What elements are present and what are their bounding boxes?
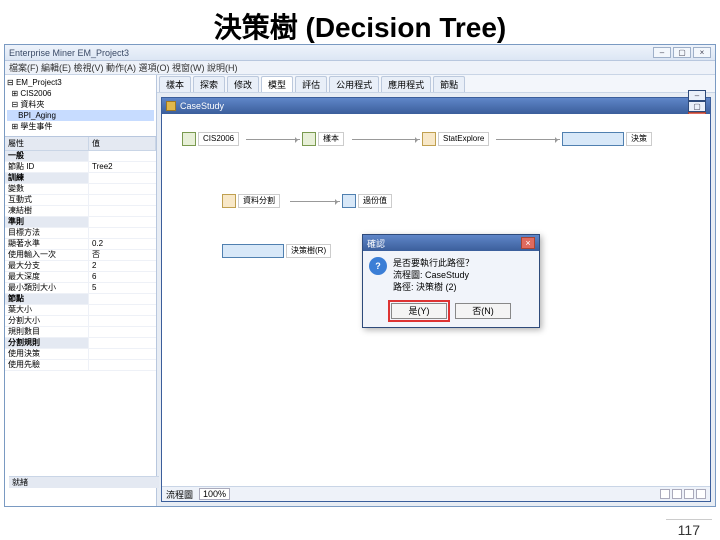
app-title: Enterprise Miner EM_Project3 <box>9 48 129 58</box>
node-label: 過份值 <box>358 194 392 208</box>
property-row[interactable]: 使用決策 <box>5 349 156 360</box>
node-partition[interactable]: 資料分割 <box>222 194 280 208</box>
tree-item[interactable]: ⊞ CIS2006 <box>7 88 154 99</box>
partition-icon <box>222 194 236 208</box>
tab-utility[interactable]: 公用程式 <box>329 76 379 92</box>
property-row[interactable]: 訓練 <box>5 173 156 184</box>
tab-assess[interactable]: 評估 <box>295 76 327 92</box>
project-tree[interactable]: ⊟ EM_Project3 ⊞ CIS2006 ⊟ 資料夾 BPI_Aging … <box>5 75 156 137</box>
property-row[interactable]: 分割大小 <box>5 316 156 327</box>
node-label: 決策 <box>626 132 652 146</box>
dialog-message: 是否要執行此路徑？ 流程圖: CaseStudy 路徑: 決策樹 (2) <box>393 257 474 293</box>
statusbar-icon[interactable] <box>696 489 706 499</box>
property-row[interactable]: 凍結樹 <box>5 206 156 217</box>
app-window: Enterprise Miner EM_Project3 – ▢ × 檔案(F)… <box>4 44 716 507</box>
diagram-titlebar: CaseStudy – ▢ × <box>162 98 710 114</box>
property-row[interactable]: 最大深度6 <box>5 272 156 283</box>
tree-icon <box>222 244 284 258</box>
tab-sample[interactable]: 樣本 <box>159 76 191 92</box>
property-row[interactable]: 分割規則 <box>5 338 156 349</box>
tree-item[interactable]: ⊟ 資料夾 <box>7 99 154 110</box>
yes-button[interactable]: 是(Y) <box>391 303 447 319</box>
question-icon: ? <box>369 257 387 275</box>
connector <box>290 201 340 202</box>
property-row[interactable]: 一般 <box>5 151 156 162</box>
node-label: CIS2006 <box>198 132 239 146</box>
property-row[interactable]: 變數 <box>5 184 156 195</box>
help-bar: 就緒 <box>9 476 159 488</box>
node-data-source[interactable]: CIS2006 <box>182 132 239 146</box>
property-row[interactable]: 節點 <box>5 294 156 305</box>
confirm-dialog: 確認 × ? 是否要執行此路徑？ 流程圖: CaseStudy 路徑: 決策樹 … <box>362 234 540 328</box>
node-sample[interactable]: 樣本 <box>302 132 344 146</box>
tab-nodes[interactable]: 節點 <box>433 76 465 92</box>
tab-model[interactable]: 模型 <box>261 76 293 92</box>
node-decision-tree[interactable]: 決策 <box>562 132 652 146</box>
diagram-statusbar: 流程圖 100% <box>162 486 710 501</box>
dialog-titlebar: 確認 × <box>363 235 539 251</box>
propgrid-header-name: 屬性 <box>5 137 89 150</box>
statusbar-icon[interactable] <box>672 489 682 499</box>
property-row[interactable]: 葉大小 <box>5 305 156 316</box>
property-row[interactable]: 顯著水準0.2 <box>5 239 156 250</box>
filter-icon <box>342 194 356 208</box>
property-row[interactable]: 最大分支2 <box>5 261 156 272</box>
no-button[interactable]: 否(N) <box>455 303 511 319</box>
maximize-button[interactable]: ▢ <box>673 47 691 58</box>
slide-title: 決策樹 (Decision Tree) <box>0 0 720 48</box>
connector <box>352 139 420 140</box>
sample-icon <box>302 132 316 146</box>
property-grid[interactable]: 屬性 值 一般節點 IDTree2訓練變數互動式凍結樹準則目標方法顯著水準0.2… <box>5 137 156 506</box>
diagram-title: CaseStudy <box>180 101 224 111</box>
property-row[interactable]: 互動式 <box>5 195 156 206</box>
tree-item-selected[interactable]: BPI_Aging <box>7 110 154 121</box>
menubar[interactable]: 檔案(F) 編輯(E) 檢視(V) 動作(A) 選項(O) 視窗(W) 說明(H… <box>5 61 715 75</box>
node-decision-tree-2[interactable]: 決策樹(R) <box>222 244 331 258</box>
connector <box>246 139 300 140</box>
node-statexplore[interactable]: StatExplore <box>422 132 489 146</box>
tab-explore[interactable]: 探索 <box>193 76 225 92</box>
dialog-title: 確認 <box>367 237 385 250</box>
page-number: 117 <box>666 519 712 538</box>
tree-item[interactable]: ⊟ EM_Project3 <box>7 77 154 88</box>
dialog-close-button[interactable]: × <box>521 237 535 249</box>
statexplore-icon <box>422 132 436 146</box>
node-label: StatExplore <box>438 132 489 146</box>
diagram-icon <box>166 101 176 111</box>
property-row[interactable]: 使用先驗 <box>5 360 156 371</box>
statusbar-icon[interactable] <box>684 489 694 499</box>
app-titlebar: Enterprise Miner EM_Project3 – ▢ × <box>5 45 715 61</box>
menubar-items[interactable]: 檔案(F) 編輯(E) 檢視(V) 動作(A) 選項(O) 視窗(W) 說明(H… <box>9 61 237 74</box>
tree-item[interactable]: ⊞ 學生事件 <box>7 121 154 132</box>
property-row[interactable]: 使用輸入一次否 <box>5 250 156 261</box>
statusbar-icon[interactable] <box>660 489 670 499</box>
diagram-minimize-button[interactable]: – <box>688 90 706 101</box>
minimize-button[interactable]: – <box>653 47 671 58</box>
data-source-icon <box>182 132 196 146</box>
property-row[interactable]: 規則數目 <box>5 327 156 338</box>
diagram-maximize-button[interactable]: ▢ <box>688 101 706 112</box>
connector <box>496 139 560 140</box>
node-filter[interactable]: 過份值 <box>342 194 392 208</box>
diagram-canvas[interactable]: CIS2006 樣本 StatExplore 決策 <box>162 114 710 486</box>
node-label: 樣本 <box>318 132 344 146</box>
close-button[interactable]: × <box>693 47 711 58</box>
property-row[interactable]: 最小類別大小5 <box>5 283 156 294</box>
tab-modify[interactable]: 修改 <box>227 76 259 92</box>
property-row[interactable]: 準則 <box>5 217 156 228</box>
tree-icon <box>562 132 624 146</box>
zoom-level[interactable]: 100% <box>199 488 230 500</box>
tab-apps[interactable]: 應用程式 <box>381 76 431 92</box>
property-row[interactable]: 節點 IDTree2 <box>5 162 156 173</box>
statusbar-label: 流程圖 <box>166 488 193 501</box>
node-label: 決策樹(R) <box>286 244 331 258</box>
propgrid-header-value: 值 <box>89 137 156 150</box>
diagram-window: CaseStudy – ▢ × CIS2006 樣本 <box>161 97 711 502</box>
node-label: 資料分割 <box>238 194 280 208</box>
property-row[interactable]: 目標方法 <box>5 228 156 239</box>
tab-strip[interactable]: 樣本 探索 修改 模型 評估 公用程式 應用程式 節點 <box>157 75 715 93</box>
